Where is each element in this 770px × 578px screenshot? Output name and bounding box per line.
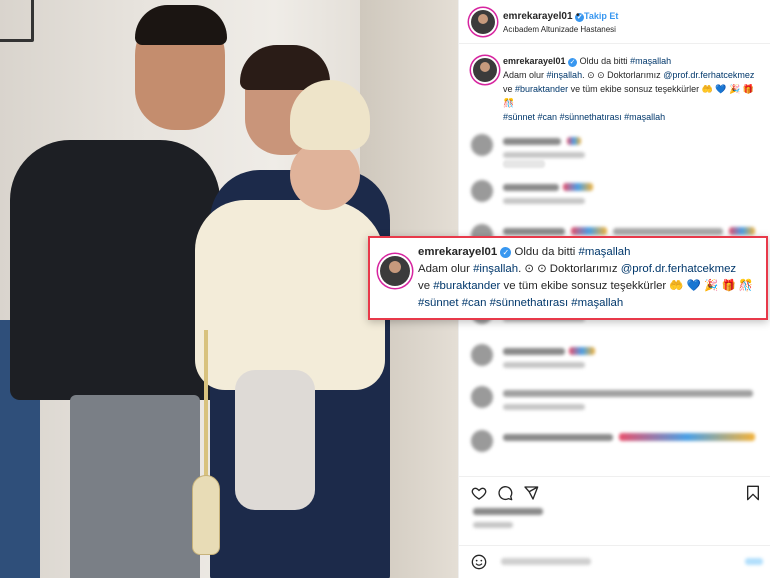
list-item [459,132,770,172]
post-date-blurred [473,522,513,528]
comment-input-blurred[interactable] [501,558,591,565]
hashtag-link[interactable]: #sünnethatırası [490,297,569,309]
hashtag-link[interactable]: #inşallah [473,263,518,275]
comment-text-blurred [503,390,753,397]
callout-username[interactable]: emrekarayel01 [418,246,497,258]
avatar[interactable] [471,10,495,34]
comment-emoji-blurred [729,227,755,235]
comment-icon[interactable] [497,485,513,501]
post-comment-button-blurred[interactable] [745,558,763,565]
caption-part: Oldu da bitti [514,246,576,258]
golden-ornament [192,330,220,555]
caption-part: Oldu da bitti [579,56,628,66]
comment-text-blurred [503,348,565,355]
comment-emoji-blurred [569,347,595,355]
bookmark-icon[interactable] [745,485,761,501]
heart-icon[interactable] [471,485,487,501]
hashtag-link[interactable]: #maşallah [571,297,623,309]
verified-badge-icon: ✓ [500,247,512,258]
comment-avatar[interactable] [471,180,493,202]
post-actions [459,476,770,506]
comment-text-blurred [503,434,613,441]
verified-badge-icon: ✓ [568,58,578,67]
highlighted-caption-callout: emrekarayel01 ✓ Oldu da bitti #maşallah … [368,236,768,320]
follow-button[interactable]: Takip Et [584,11,618,21]
caption-part: ve [503,84,513,94]
add-comment-bar [459,545,770,578]
caption-part: ve tüm ekibe sonsuz teşekkürler [503,280,667,292]
callout-avatar[interactable] [380,256,410,286]
post-header: emrekarayel01 ✓ • Takip Et Acıbadem Altu… [459,0,770,44]
hashtag-link[interactable]: #maşallah [630,56,671,66]
caption-part: . ⊙ ⊙ Doktorlarımız [518,263,618,275]
hashtag-link[interactable]: #buraktander [515,84,568,94]
comment-avatar[interactable] [471,134,493,156]
baby-figure [195,80,385,510]
comment-text-blurred [613,228,723,235]
wall-frame [0,0,34,42]
caption-part: Adam olur [503,70,545,80]
callout-caption-text: emrekarayel01 ✓ Oldu da bitti #maşallah … [418,244,764,312]
comment-avatar[interactable] [471,344,493,366]
hashtag-link[interactable]: #inşallah [547,70,583,80]
caption-text: emrekarayel01 ✓ Oldu da bitti #maşallah … [503,54,765,124]
comment-emoji-blurred [567,137,581,145]
comment-meta-blurred [503,362,585,368]
share-icon[interactable] [523,485,539,501]
hashtag-link[interactable]: #can [462,297,487,309]
caption-part: . ⊙ ⊙ Doktorlarımız [582,70,661,80]
hashtag-link[interactable]: #buraktander [433,280,500,292]
emoji-icon[interactable] [471,554,487,570]
man-figure [10,5,227,578]
caption-part: Adam olur [418,263,470,275]
comment-emoji-blurred [619,433,755,441]
hashtag-link[interactable]: #sünnet [418,297,459,309]
caption-part: ve [418,280,431,292]
caption-avatar[interactable] [473,58,497,82]
separator-dot: • [576,10,580,21]
location-link[interactable]: Acıbadem Altunizade Hastanesi [503,25,616,34]
comment-avatar[interactable] [471,430,493,452]
caption-username[interactable]: emrekarayel01 [503,56,566,66]
comment-text-blurred [503,184,559,191]
hashtag-link[interactable]: #maşallah [579,246,631,258]
caption-part: ve tüm ekibe sonsuz teşekkürler [570,84,700,94]
hashtag-link[interactable]: #maşallah [624,112,665,122]
comment-text-blurred [503,228,565,235]
list-item [459,428,770,468]
emoji-group: 🤲 💙 🎉 🎁 🎊 [669,280,753,292]
comment-meta-blurred [503,404,585,410]
mention-link[interactable]: @prof.dr.ferhatcekmez [621,263,736,275]
comment-meta-blurred [503,152,585,158]
hashtag-link[interactable]: #can [538,112,558,122]
header-username[interactable]: emrekarayel01 ✓ [503,11,585,22]
hashtag-link[interactable]: #sünnet [503,112,535,122]
comment-avatar[interactable] [471,386,493,408]
comment-emoji-blurred [563,183,593,191]
comment-emoji-blurred [571,227,607,235]
hashtag-link[interactable]: #sünnethatırası [560,112,622,122]
list-item [459,384,770,424]
mention-link[interactable]: @prof.dr.ferhatcekmez [663,70,754,80]
likes-count-blurred[interactable] [473,508,543,515]
comment-meta-blurred [503,198,585,204]
comment-text-blurred [503,138,561,145]
list-item [459,178,770,218]
list-item [459,342,770,382]
username-link[interactable]: emrekarayel01 [503,11,573,22]
